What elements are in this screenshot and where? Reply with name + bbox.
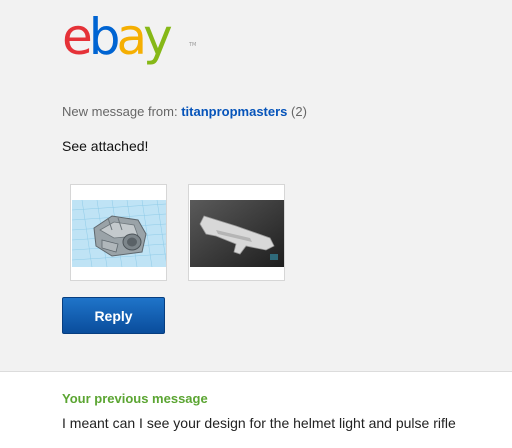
attachment-thumbnail-2[interactable] [188,184,285,281]
message-body: See attached! [62,138,149,154]
pulse-rifle-image [190,200,284,267]
attachment-thumbnail-1[interactable] [70,184,167,281]
helmet-model-image [72,200,166,267]
previous-message-text: I meant can I see your design for the he… [62,415,456,431]
previous-message-label: Your previous message [62,391,208,406]
sender-username-link[interactable]: titanpropmasters [181,104,287,119]
previous-message-section: Your previous message I meant can I see … [0,371,512,448]
message-from-line: New message from: titanpropmasters (2) [62,104,307,119]
trademark-mark: TM [189,42,197,48]
ebay-logo[interactable]: ebay TM [62,12,196,62]
feedback-count[interactable]: (2) [291,104,307,119]
from-prefix: New message from: [62,104,178,119]
reply-button[interactable]: Reply [62,297,165,334]
